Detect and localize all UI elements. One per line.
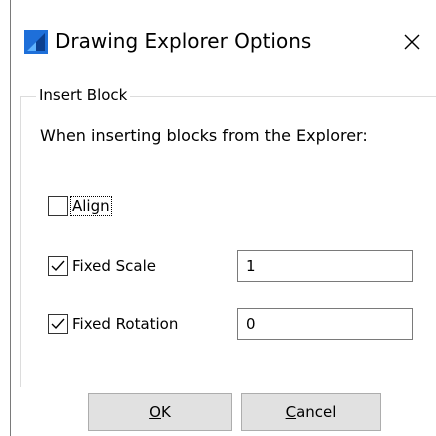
fixed-rotation-input[interactable] — [237, 308, 413, 340]
fixed-scale-label[interactable]: Fixed Scale — [72, 255, 156, 277]
fixed-scale-checkbox[interactable] — [48, 256, 68, 276]
ok-button[interactable]: OK — [88, 393, 232, 431]
cancel-button[interactable]: Cancel — [241, 393, 381, 431]
ok-mnemonic: O — [149, 403, 161, 421]
align-label[interactable]: Align — [70, 195, 112, 217]
insert-block-group-title: Insert Block — [36, 85, 131, 105]
close-icon — [404, 34, 420, 50]
ok-label-rest: K — [160, 403, 171, 421]
bricscad-logo-icon — [24, 30, 48, 54]
fixed-scale-input[interactable] — [237, 250, 413, 282]
fixed-rotation-label[interactable]: Fixed Rotation — [72, 313, 178, 335]
drawing-explorer-options-dialog: Drawing Explorer Options Insert Block Wh… — [0, 0, 436, 436]
cancel-label-rest: ancel — [296, 403, 337, 421]
window-border — [10, 0, 11, 436]
window-title: Drawing Explorer Options — [55, 29, 312, 53]
checkmark-icon — [51, 318, 65, 330]
checkmark-icon — [51, 260, 65, 272]
insert-block-description: When inserting blocks from the Explorer: — [40, 126, 368, 145]
align-label-text: Align — [70, 196, 112, 216]
close-button[interactable] — [392, 22, 432, 62]
fixed-rotation-checkbox[interactable] — [48, 314, 68, 334]
align-checkbox[interactable] — [48, 196, 68, 216]
cancel-mnemonic: C — [285, 403, 297, 421]
